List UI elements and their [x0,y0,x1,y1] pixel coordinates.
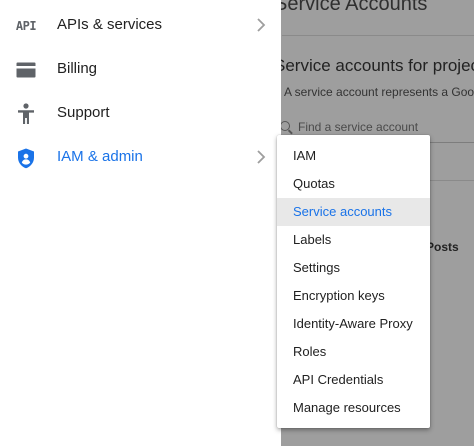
chevron-right-icon [257,150,266,164]
chevron-right-icon [257,18,266,32]
submenu-item-identity-aware-proxy[interactable]: Identity-Aware Proxy [277,310,430,338]
support-person-icon [15,103,37,125]
submenu-item-label: IAM [293,148,317,163]
nav-item-label: Support [57,104,110,121]
submenu-item-label: Service accounts [293,204,392,219]
submenu-item-label: Encryption keys [293,288,385,303]
api-icon: API [15,19,37,33]
submenu-item-label: Quotas [293,176,335,191]
submenu-item-label: API Credentials [293,372,384,387]
submenu-item-roles[interactable]: Roles [277,338,430,366]
submenu-item-service-accounts[interactable]: Service accounts [277,198,430,226]
submenu-item-labels[interactable]: Labels [277,226,430,254]
submenu-item-quotas[interactable]: Quotas [277,170,430,198]
search-icon [280,121,290,131]
submenu-item-label: Identity-Aware Proxy [293,316,413,331]
section-description: A service account represents a Google [284,85,474,99]
billing-card-icon [15,59,37,81]
table-cell: Posts [426,240,459,254]
navigation-drawer: API APIs & services Billing Support IAM … [0,0,281,446]
submenu-item-label: Settings [293,260,340,275]
submenu-item-label: Roles [293,344,327,359]
submenu-item-label: Labels [293,232,332,247]
shield-icon [15,147,37,169]
submenu-item-encryption-keys[interactable]: Encryption keys [277,282,430,310]
nav-item-support[interactable]: Support [0,91,281,135]
nav-item-label: IAM & admin [57,148,143,165]
nav-item-label: APIs & services [57,16,163,33]
submenu-item-api-credentials[interactable]: API Credentials [277,366,430,394]
submenu-item-label: Manage resources [293,400,401,415]
page-title: Service Accounts [274,0,428,15]
section-title: Service accounts for project [274,56,474,75]
nav-item-iam-admin[interactable]: IAM & admin [0,135,281,179]
nav-item-billing[interactable]: Billing [0,47,281,91]
nav-item-label: Billing [57,60,98,77]
submenu-item-manage-resources[interactable]: Manage resources [277,394,430,422]
iam-admin-submenu: IAM Quotas Service accounts Labels Setti… [277,135,430,428]
nav-item-apis-services[interactable]: API APIs & services [0,3,281,47]
submenu-item-settings[interactable]: Settings [277,254,430,282]
search-placeholder: Find a service account [298,120,419,134]
divider [282,35,474,36]
submenu-item-iam[interactable]: IAM [277,142,430,170]
